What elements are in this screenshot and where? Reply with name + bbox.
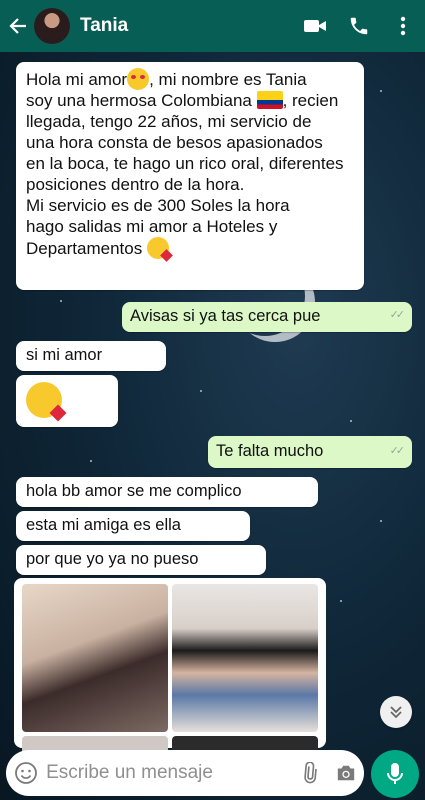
message-input[interactable] (46, 762, 292, 784)
emoji-icon[interactable] (6, 750, 46, 796)
message-text: si mi amor (26, 346, 103, 364)
incoming-message[interactable] (16, 375, 118, 427)
message-text: posiciones dentro de la hora. (26, 175, 245, 194)
message-text: en la boca, te hago un rico oral, difere… (26, 154, 344, 173)
more-vert-icon[interactable] (381, 0, 425, 52)
avatar[interactable] (34, 8, 70, 44)
message-text: Mi servicio es de 300 Soles la hora (26, 196, 290, 215)
message-text: Avisas si ya tas cerca pue (130, 307, 321, 325)
paperclip-icon[interactable] (291, 750, 327, 796)
photo-thumbnail[interactable] (172, 584, 318, 732)
double-check-icon: ✓✓ (389, 445, 406, 457)
message-text: esta mi amiga es ella (26, 516, 181, 534)
message-text: soy una hermosa Colombiana (26, 91, 257, 110)
double-check-icon: ✓✓ (389, 309, 406, 321)
arrow-left-icon[interactable] (4, 0, 32, 52)
message-text: , recien (282, 91, 339, 110)
message-text: Te falta mucho (216, 442, 324, 460)
image-album-message[interactable] (14, 578, 326, 756)
kiss-emoji-icon (26, 382, 67, 422)
microphone-icon[interactable] (371, 750, 419, 798)
message-text: Hola mi amor (26, 70, 128, 89)
incoming-message[interactable]: si mi amor (16, 341, 166, 371)
incoming-message[interactable]: por que yo ya no pueso (16, 545, 266, 575)
colombia-flag-icon (256, 91, 283, 109)
phone-icon[interactable] (337, 0, 381, 52)
incoming-message[interactable]: Hola mi amor , mi nombre es Tania soy una… (16, 62, 364, 290)
message-text: hola bb amor se me complico (26, 482, 242, 500)
message-text: hago salidas mi amor a Hoteles y (26, 217, 278, 236)
camera-icon[interactable] (328, 750, 364, 796)
outgoing-message[interactable]: Te falta mucho ✓✓ (208, 436, 412, 468)
message-composer (6, 750, 364, 796)
kiss-emoji-icon (146, 237, 173, 262)
contact-name[interactable]: Tania (80, 15, 293, 37)
message-text: una hora consta de besos apasionados (26, 133, 323, 152)
heart-eyes-emoji-icon (127, 68, 150, 90)
photo-thumbnail[interactable] (22, 584, 168, 732)
message-text: llegada, tengo 22 años, mi servicio de (26, 112, 312, 131)
message-text: Departamentos (26, 239, 147, 258)
message-text: , mi nombre es Tania (149, 70, 307, 89)
incoming-message[interactable]: esta mi amiga es ella (16, 511, 250, 541)
message-text: por que yo ya no pueso (26, 550, 199, 568)
video-call-icon[interactable] (293, 0, 337, 52)
incoming-message[interactable]: hola bb amor se me complico (16, 477, 318, 507)
chat-header: Tania (0, 0, 425, 52)
double-chevron-down-icon[interactable] (380, 696, 412, 728)
outgoing-message[interactable]: Avisas si ya tas cerca pue ✓✓ (122, 302, 412, 332)
